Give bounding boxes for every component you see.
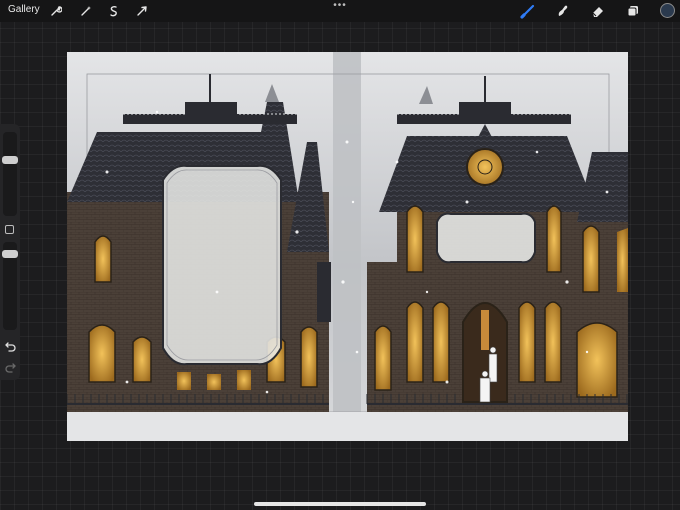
redo-icon[interactable] — [4, 362, 16, 374]
opacity-slider[interactable] — [2, 242, 18, 330]
smudge-icon[interactable] — [555, 3, 571, 19]
transform-icon[interactable] — [134, 3, 150, 19]
layers-icon[interactable] — [625, 3, 641, 19]
eraser-icon[interactable] — [590, 3, 606, 19]
opacity-slider-thumb[interactable] — [2, 250, 18, 258]
left-sidebar — [0, 124, 20, 380]
artwork-illustration — [67, 52, 628, 441]
top-toolbar: Gallery ••• — [0, 0, 680, 22]
brush-icon[interactable] — [520, 3, 536, 19]
undo-icon[interactable] — [4, 341, 16, 353]
brush-size-slider-thumb[interactable] — [2, 156, 18, 164]
wrench-icon[interactable] — [48, 3, 64, 19]
gallery-button[interactable]: Gallery — [8, 4, 40, 15]
magic-wand-icon[interactable] — [78, 3, 94, 19]
home-indicator[interactable] — [254, 502, 426, 506]
color-picker-button[interactable] — [660, 3, 675, 18]
selection-icon[interactable] — [106, 3, 122, 19]
more-options-icon[interactable]: ••• — [333, 1, 347, 11]
modify-button-icon[interactable] — [5, 225, 14, 234]
drawing-canvas[interactable] — [67, 52, 628, 441]
brush-size-slider[interactable] — [2, 132, 18, 216]
